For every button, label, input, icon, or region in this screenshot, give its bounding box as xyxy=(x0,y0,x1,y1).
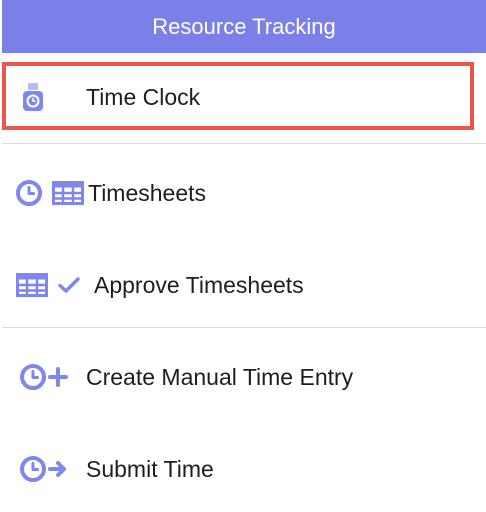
resource-tracking-menu: Resource Tracking Time Clock Timesheets … xyxy=(0,0,486,512)
menu-item-label: Time Clock xyxy=(86,83,201,110)
divider xyxy=(2,327,486,328)
menu-item-label: Submit Time xyxy=(86,455,214,482)
divider xyxy=(2,143,486,144)
menu-item-time-clock[interactable]: Time Clock xyxy=(2,66,484,128)
menu-item-submit-time[interactable]: Submit Time xyxy=(2,438,484,500)
checkmark-icon xyxy=(58,276,80,294)
menu-header: Resource Tracking xyxy=(2,0,486,53)
menu-item-label: Timesheets xyxy=(88,179,207,206)
time-clock-icon xyxy=(22,82,44,112)
clock-icon xyxy=(16,180,42,206)
clock-icon xyxy=(20,364,46,390)
menu-item-label: Approve Timesheets xyxy=(94,271,304,298)
arrow-right-icon xyxy=(48,459,68,479)
menu-item-create-manual-time-entry[interactable]: Create Manual Time Entry xyxy=(2,346,484,408)
plus-icon xyxy=(48,367,68,387)
menu-item-label: Create Manual Time Entry xyxy=(86,363,354,390)
grid-icon xyxy=(16,273,48,297)
menu-item-approve-timesheets[interactable]: Approve Timesheets xyxy=(2,254,484,316)
menu-item-timesheets[interactable]: Timesheets xyxy=(2,162,484,224)
grid-icon xyxy=(52,181,84,205)
clock-icon xyxy=(20,456,46,482)
menu-header-title: Resource Tracking xyxy=(152,13,336,39)
